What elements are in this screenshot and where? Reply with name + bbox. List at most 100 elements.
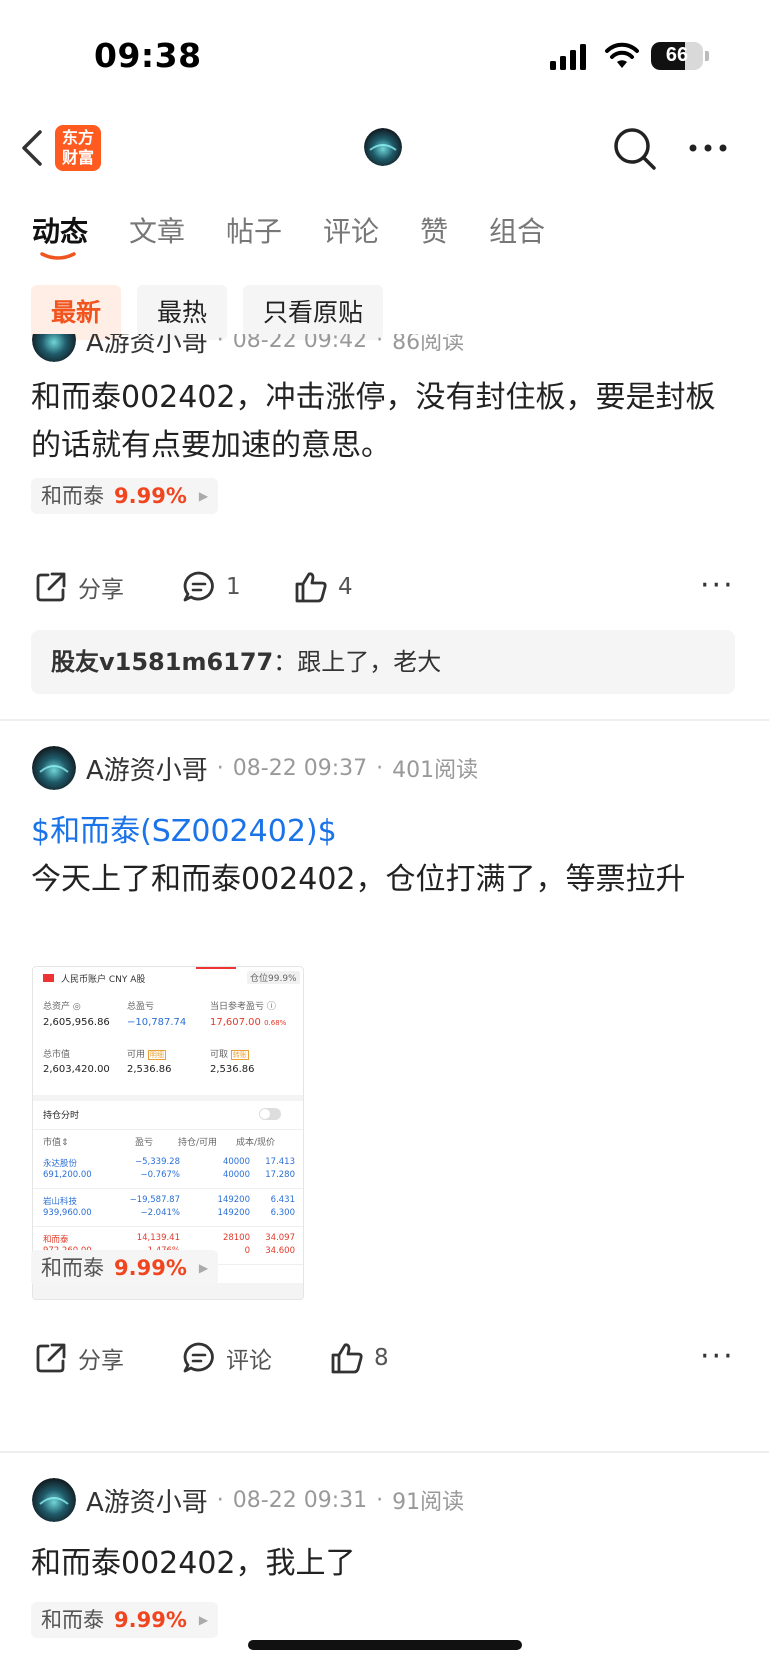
holding-avail: 40000 [222, 1170, 250, 1180]
more-options-icon[interactable] [688, 142, 728, 154]
tab-activity[interactable]: 动态 [32, 210, 88, 250]
post-1-text[interactable]: 和而泰002402，冲击涨停，没有封住板，要是封板的话就有点要加速的意思。 [31, 374, 731, 470]
col-cost-price: 成本/现价 [236, 1138, 276, 1148]
share-button[interactable]: 分享 [34, 1341, 182, 1375]
holding-qty: 149200 [217, 1195, 250, 1205]
tab-comments[interactable]: 评论 [323, 210, 379, 250]
total-pnl: −10,787.74 [127, 1017, 187, 1028]
label-withdrawable: 可取 转账 [210, 1050, 249, 1060]
read-count: 401阅读 [392, 758, 479, 783]
share-icon [36, 572, 66, 602]
tab-portfolio[interactable]: 组合 [489, 210, 545, 250]
post-1-stock-tag[interactable]: 和而泰 9.99% ▶ [31, 478, 219, 514]
holding-cost: 17.413 [265, 1157, 295, 1167]
divider [0, 719, 769, 721]
search-icon[interactable] [612, 126, 658, 172]
post-1-more-icon[interactable]: ··· [700, 568, 735, 603]
filter-chips: 最新 最热 只看原贴 [31, 285, 399, 340]
logo-text-1: 东方 [61, 128, 94, 147]
label-day-pnl: 当日参考盈亏 ⓘ [210, 1002, 276, 1012]
author-avatar[interactable] [32, 1478, 76, 1522]
filter-hottest[interactable]: 最热 [137, 285, 228, 340]
toggle-switch [259, 1108, 281, 1120]
holding-pnl: −19,587.87 [129, 1195, 180, 1205]
market-value: 2,603,420.00 [43, 1064, 110, 1075]
like-button[interactable]: 4 [294, 570, 353, 604]
row-divider [33, 1226, 303, 1227]
stock-change: 9.99% [114, 1608, 187, 1632]
post-1-actions: 分享 1 4 [34, 570, 353, 604]
thumbs-up-icon [295, 572, 327, 603]
battery-icon: 66 [651, 42, 703, 70]
logo-text-2: 财富 [61, 148, 94, 167]
caret-right-icon: ▶ [198, 1261, 209, 1275]
holding-name: 岩山科技 [43, 1197, 78, 1207]
stock-change: 9.99% [114, 1256, 187, 1280]
home-indicator[interactable] [248, 1640, 522, 1650]
share-button[interactable]: 分享 [34, 570, 182, 604]
total-assets: 2,605,956.86 [43, 1017, 110, 1028]
comment-count: 1 [226, 574, 241, 600]
holding-pnl: 14,139.41 [136, 1233, 180, 1243]
stock-name: 和而泰 [41, 1608, 104, 1632]
comment-button[interactable]: 评论 [182, 1341, 330, 1375]
post-2-meta: A游资小哥 · 08-22 09:37 · 401阅读 [32, 746, 478, 790]
tab-bar: 动态 文章 帖子 评论 赞 组合 [32, 210, 586, 250]
share-icon [36, 1343, 66, 1373]
author-avatar[interactable] [32, 334, 76, 362]
author-name[interactable]: A游资小哥 [86, 1482, 208, 1519]
post-time: 08-22 09:31 [232, 1487, 368, 1513]
author-avatar[interactable] [32, 746, 76, 790]
read-count: 86阅读 [392, 334, 465, 355]
wifi-icon [605, 42, 639, 68]
stock-link[interactable]: $和而泰(SZ002402)$ [31, 808, 731, 856]
account-label: 人民币账户 CNY A股 [61, 975, 146, 985]
post-1-header-clipped: A游资小哥 · 08-22 09:42 · 86阅读 [0, 334, 769, 370]
post-time: 08-22 09:37 [232, 755, 368, 781]
post-2-actions: 分享 评论 8 [34, 1341, 389, 1375]
post-3-stock-tag[interactable]: 和而泰 9.99% ▶ [31, 1602, 219, 1638]
back-arrow-icon[interactable] [18, 128, 46, 168]
tab-articles[interactable]: 文章 [129, 210, 185, 250]
stock-name: 和而泰 [41, 1256, 104, 1280]
reply-user[interactable]: 股友v1581m6177 [51, 648, 273, 676]
label-total-assets: 总资产 ◎ [43, 1002, 81, 1012]
holding-name: 永达股份 [43, 1159, 78, 1169]
post-2-more-icon[interactable]: ··· [700, 1339, 735, 1374]
tab-likes[interactable]: 赞 [420, 210, 448, 250]
post-2-body[interactable]: $和而泰(SZ002402)$ 今天上了和而泰002402，仓位打满了，等票拉升 [31, 808, 731, 904]
tab-posts[interactable]: 帖子 [226, 210, 282, 250]
china-flag-icon [43, 974, 54, 982]
label-available: 可用 明细 [127, 1050, 166, 1060]
filter-original-only[interactable]: 只看原贴 [243, 285, 384, 340]
reply-text: ：跟上了，老大 [273, 648, 442, 676]
holding-qty: 28100 [222, 1233, 250, 1243]
holding-name: 和而泰 [43, 1235, 69, 1245]
holding-qty: 40000 [222, 1157, 250, 1167]
read-count: 91阅读 [392, 1490, 465, 1515]
post-2-stock-tag[interactable]: 和而泰 9.99% ▶ [31, 1250, 219, 1286]
filter-latest[interactable]: 最新 [31, 285, 122, 340]
holding-pnl-pct: −2.041% [140, 1208, 180, 1218]
comment-icon [183, 571, 214, 602]
caret-right-icon: ▶ [198, 1613, 209, 1627]
like-button[interactable]: 8 [330, 1341, 389, 1375]
author-name[interactable]: A游资小哥 [86, 750, 208, 787]
comment-button[interactable]: 1 [182, 570, 294, 604]
post-1-reply[interactable]: 股友v1581m6177：跟上了，老大 [31, 630, 735, 694]
withdrawable: 2,536.86 [210, 1064, 255, 1075]
eastmoney-logo[interactable]: 东方 财富 [55, 125, 101, 171]
caret-right-icon: ▶ [198, 489, 209, 503]
comment-icon [183, 1342, 214, 1373]
col-pnl: 盈亏 [135, 1138, 154, 1148]
profile-avatar[interactable] [364, 128, 402, 166]
post-3-text[interactable]: 和而泰002402，我上了 [31, 1540, 731, 1588]
holding-pnl-pct: −0.767% [140, 1170, 180, 1180]
row-divider [33, 1188, 303, 1189]
label-market-value: 总市值 [43, 1050, 71, 1060]
holding-pnl: −5,339.28 [135, 1157, 180, 1167]
post-2-text: 今天上了和而泰002402，仓位打满了，等票拉升 [31, 862, 686, 897]
author-name[interactable]: A游资小哥 [86, 334, 208, 359]
holding-price: 6.300 [270, 1208, 295, 1218]
holding-price: 34.600 [265, 1246, 295, 1256]
